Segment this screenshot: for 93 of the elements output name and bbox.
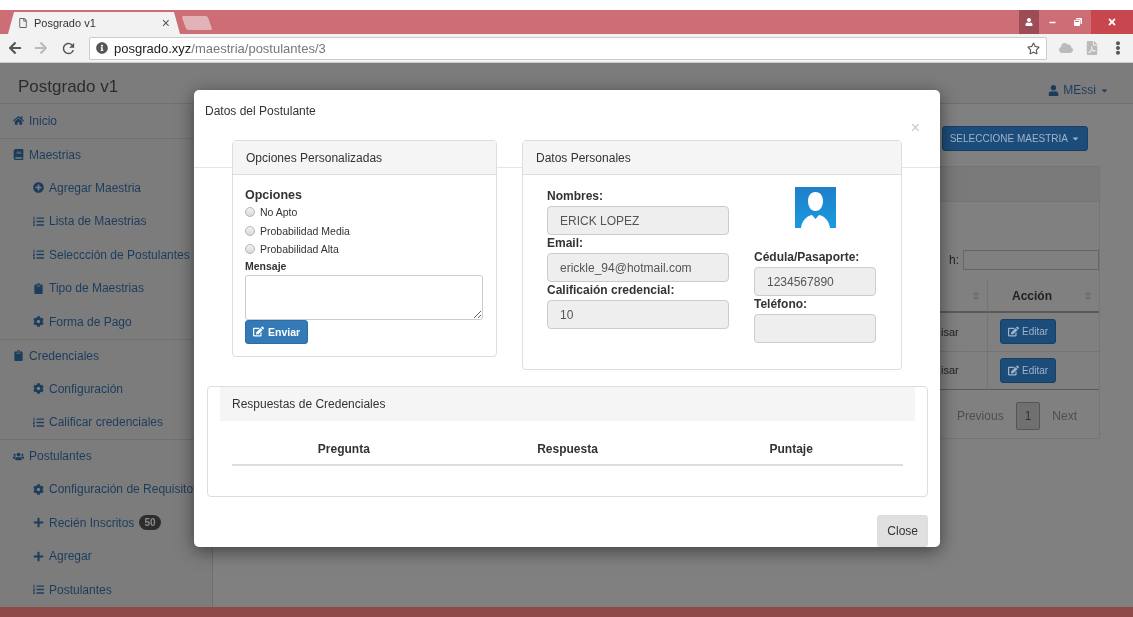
page-number[interactable]: 1 <box>1015 402 1041 430</box>
sidebar-item[interactable]: Configuración de Requisito <box>33 472 194 506</box>
sidebar-item[interactable]: Agregar Maestria <box>33 171 142 205</box>
gear-icon <box>33 383 44 395</box>
avatar-icon <box>794 187 836 228</box>
profile-button[interactable] <box>1019 10 1039 34</box>
radio-icon[interactable] <box>245 244 255 255</box>
column-title: Puntaje <box>769 442 813 456</box>
table-header[interactable]: Acción <box>987 280 1099 313</box>
message-label: Mensaje <box>245 258 288 273</box>
clipboard-icon <box>13 350 24 362</box>
sidebar-item[interactable]: Postulantes <box>13 440 92 473</box>
sidebar-item[interactable]: Recién Inscritos 50 <box>33 506 161 540</box>
field-label: Nombres: <box>547 189 604 204</box>
search-label: h: <box>949 253 959 267</box>
close-icon <box>1107 17 1117 27</box>
user-menu[interactable]: MEssi <box>1048 83 1109 97</box>
count-badge: 50 <box>139 515 161 531</box>
restore-icon <box>1074 18 1082 26</box>
list-icon <box>33 215 44 227</box>
clipboard-icon <box>33 282 44 294</box>
panel-title: Datos Personales <box>536 150 631 165</box>
star-icon[interactable] <box>1027 41 1040 55</box>
panel-title: Respuestas de Credenciales <box>232 397 386 411</box>
readonly-field[interactable]: 10 <box>547 300 729 329</box>
plus-icon <box>33 517 44 529</box>
field-label: Calificaión credencial: <box>547 283 676 298</box>
user-icon <box>1048 84 1060 96</box>
column-title: Respuesta <box>537 442 598 456</box>
forward-icon[interactable] <box>34 41 48 55</box>
close-window-button[interactable] <box>1091 10 1133 34</box>
modal-title: Datos del Postulante <box>205 104 316 120</box>
send-button[interactable]: Enviar <box>245 319 309 344</box>
radio-option[interactable]: No Apto <box>245 203 483 222</box>
brand-title[interactable]: Postgrado v1 <box>18 77 119 97</box>
readonly-field[interactable]: 1234567890 <box>754 267 876 296</box>
gear-icon <box>33 316 44 328</box>
field-label: Teléfono: <box>754 297 809 312</box>
browser-tab[interactable]: Posgrado v1 × <box>8 12 180 34</box>
sidebar-item[interactable]: Seleccción de Postulantes <box>33 238 190 272</box>
radio-option[interactable]: Probabilidad Media <box>245 221 483 240</box>
close-button[interactable]: Close <box>877 515 928 547</box>
page-icon <box>18 18 28 28</box>
sidebar-item[interactable]: Tipo de Maestrias <box>33 271 144 305</box>
options-label: Opciones <box>245 187 303 203</box>
sidebar-item[interactable]: Calificar credenciales <box>33 405 164 439</box>
message-field[interactable] <box>245 274 483 320</box>
tab-title: Posgrado v1 <box>34 17 97 29</box>
edit-icon <box>1008 326 1019 338</box>
edit-icon <box>1008 364 1019 376</box>
sidebar-item[interactable]: Lista de Maestrias <box>33 204 147 238</box>
book-icon <box>13 149 24 161</box>
list-icon <box>33 584 44 596</box>
field-label: Email: <box>547 236 584 251</box>
column-title: Acción <box>1012 288 1052 303</box>
search-field[interactable] <box>963 250 1099 270</box>
sidebar-item[interactable]: Inicio <box>13 104 57 138</box>
radio-icon[interactable] <box>245 207 255 218</box>
new-tab-button[interactable] <box>181 16 213 30</box>
close-button[interactable]: × <box>910 121 920 135</box>
edit-icon <box>253 326 264 337</box>
plus-icon <box>33 550 44 562</box>
radio-option[interactable]: Probabilidad Alta <box>245 240 483 259</box>
sidebar-item[interactable]: Postulantes <box>33 573 112 607</box>
home-icon <box>13 115 24 127</box>
pdf-icon[interactable] <box>1085 41 1099 55</box>
url-field[interactable]: posgrado.xyz/maestria/postulantes/3 <box>89 36 1047 60</box>
sidebar-item[interactable]: Maestrias <box>13 138 81 171</box>
column-title: Pregunta <box>317 442 370 456</box>
tab-close-button[interactable]: × <box>161 15 170 31</box>
field-label: Cédula/Pasaporte: <box>754 250 861 265</box>
panel-title: Opciones Personalizadas <box>246 150 383 165</box>
info-icon <box>96 42 108 54</box>
readonly-field[interactable]: ERICK LOPEZ <box>547 206 729 235</box>
sidebar-item[interactable]: Credenciales <box>13 339 100 372</box>
users-icon <box>13 450 24 462</box>
sidebar-item[interactable]: Agregar <box>33 539 92 573</box>
readonly-field[interactable] <box>754 314 876 343</box>
sidebar-item[interactable]: Configuración <box>33 372 124 406</box>
list-icon <box>33 249 44 261</box>
back-icon[interactable] <box>8 41 22 55</box>
radio-icon[interactable] <box>245 225 255 236</box>
extension-icon[interactable] <box>1059 41 1073 55</box>
gear-icon <box>33 483 44 495</box>
url-text: posgrado.xyz/maestria/postulantes/3 <box>114 40 326 56</box>
list-icon <box>33 416 44 428</box>
edit-button[interactable]: Editar <box>1000 319 1057 345</box>
readonly-field[interactable]: erickle_94@hotmail.com <box>547 253 729 282</box>
edit-button[interactable]: Editar <box>1000 357 1057 383</box>
select-dropdown-button[interactable]: SELECCIONE MAESTRIA <box>941 126 1088 151</box>
sidebar-item[interactable]: Forma de Pago <box>33 305 132 339</box>
caret-icon <box>1071 134 1080 143</box>
user-icon <box>1025 18 1033 26</box>
